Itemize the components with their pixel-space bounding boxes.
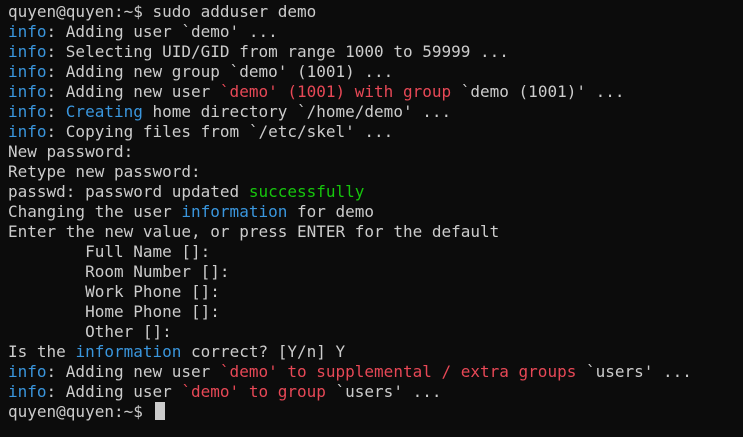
- terminal-line: Home Phone []:: [8, 302, 743, 322]
- terminal-text-segment: info: [8, 42, 47, 61]
- terminal-text-segment: correct? [Y/n] Y: [181, 342, 346, 361]
- terminal-text-segment: `users' ...: [335, 382, 442, 401]
- terminal-text-segment: Home Phone []:: [8, 302, 220, 321]
- terminal-text-segment: `users' ...: [585, 362, 692, 381]
- terminal-text-segment: quyen@quyen:~$: [8, 402, 153, 421]
- terminal-text-segment: `demo (1001)' ...: [460, 82, 625, 101]
- terminal-text-segment: Retype new password:: [8, 162, 201, 181]
- terminal-text-segment: : Adding user: [46, 382, 182, 401]
- terminal-text-segment: quyen@quyen:~$ sudo adduser demo: [8, 2, 317, 21]
- text-cursor: [154, 402, 165, 420]
- terminal-line: info: Selecting UID/GID from range 1000 …: [8, 42, 743, 62]
- terminal-text-segment: info: [8, 62, 47, 81]
- terminal-line: info: Creating home directory `/home/dem…: [8, 102, 743, 122]
- terminal-text-segment: Room Number []:: [8, 262, 230, 281]
- terminal-line: info: Adding new group `demo' (1001) ...: [8, 62, 743, 82]
- terminal-line: Enter the new value, or press ENTER for …: [8, 222, 743, 242]
- terminal-line: Retype new password:: [8, 162, 743, 182]
- terminal-text-segment: : Adding new group `demo' (1001) ...: [46, 62, 394, 81]
- terminal-text-segment: `demo' (1001) with group: [219, 82, 461, 101]
- terminal-line: Other []:: [8, 322, 743, 342]
- terminal-text-segment: `demo' to group: [181, 382, 336, 401]
- terminal-text-segment: : Adding user `demo' ...: [46, 22, 278, 41]
- terminal-text-segment: info: [8, 82, 47, 101]
- terminal-text-segment: successfully: [248, 182, 365, 201]
- terminal-text-segment: info: [8, 22, 47, 41]
- terminal-text-segment: : Adding new user: [46, 362, 220, 381]
- terminal-line: info: Adding new user `demo' to suppleme…: [8, 362, 743, 382]
- terminal-text-segment: :: [46, 102, 66, 121]
- terminal-line: Is the information correct? [Y/n] Y: [8, 342, 743, 362]
- terminal-text-segment: home directory `/home/demo' ...: [142, 102, 452, 121]
- terminal-line: New password:: [8, 142, 743, 162]
- terminal-line: info: Adding new user `demo' (1001) with…: [8, 82, 743, 102]
- terminal-line: passwd: password updated successfully: [8, 182, 743, 202]
- terminal-line: info: Adding user `demo' to group `users…: [8, 382, 743, 402]
- terminal-text-segment: Changing the user: [8, 202, 182, 221]
- terminal-text-segment: Creating: [65, 102, 143, 121]
- terminal-text-segment: info: [8, 102, 47, 121]
- terminal-text-segment: info: [8, 382, 47, 401]
- terminal-text-segment: Is the: [8, 342, 76, 361]
- terminal-text-segment: Work Phone []:: [8, 282, 220, 301]
- terminal-line: quyen@quyen:~$ sudo adduser demo: [8, 2, 743, 22]
- terminal-text-segment: information: [181, 202, 288, 221]
- terminal-text-segment: for demo: [287, 202, 375, 221]
- terminal-text-segment: `demo' to supplemental / extra groups: [219, 362, 586, 381]
- terminal-text-segment: info: [8, 122, 47, 141]
- terminal-text-segment: information: [75, 342, 182, 361]
- terminal-line: info: Adding user `demo' ...: [8, 22, 743, 42]
- terminal-line: quyen@quyen:~$: [8, 402, 743, 422]
- terminal-text-segment: passwd: password updated: [8, 182, 249, 201]
- terminal-text-segment: New password:: [8, 142, 134, 161]
- terminal-text-segment: Full Name []:: [8, 242, 211, 261]
- terminal-text-segment: : Adding new user: [46, 82, 220, 101]
- terminal-text-segment: Enter the new value, or press ENTER for …: [8, 222, 500, 241]
- terminal-text-segment: info: [8, 362, 47, 381]
- terminal-text-segment: : Copying files from `/etc/skel' ...: [46, 122, 394, 141]
- terminal-text-segment: Other []:: [8, 322, 172, 341]
- terminal-window[interactable]: quyen@quyen:~$ sudo adduser demo info: Ad…: [0, 0, 743, 437]
- terminal-text-segment: : Selecting UID/GID from range 1000 to 5…: [46, 42, 509, 61]
- terminal-line: Room Number []:: [8, 262, 743, 282]
- terminal-line: Changing the user information for demo: [8, 202, 743, 222]
- terminal-line: Work Phone []:: [8, 282, 743, 302]
- terminal-line: Full Name []:: [8, 242, 743, 262]
- terminal-line: info: Copying files from `/etc/skel' ...: [8, 122, 743, 142]
